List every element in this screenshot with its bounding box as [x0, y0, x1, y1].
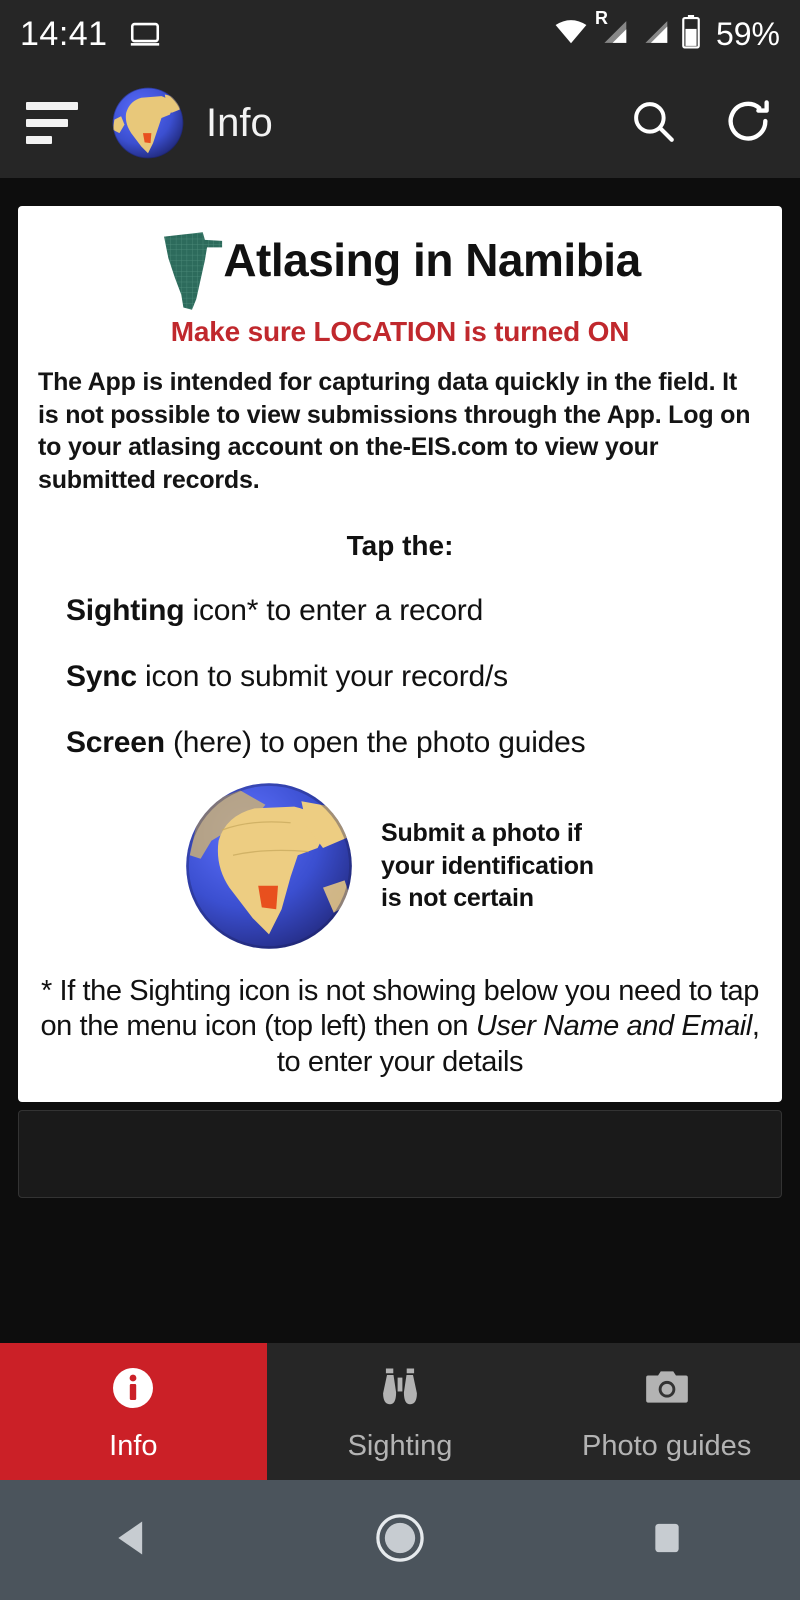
tab-info[interactable]: Info	[0, 1343, 267, 1480]
wifi-icon	[554, 18, 588, 51]
menu-icon[interactable]	[26, 101, 80, 145]
secondary-panel[interactable]	[18, 1110, 782, 1199]
android-navigation-bar	[0, 1480, 800, 1600]
instruction-sync-rest: icon to submit your record/s	[136, 660, 508, 693]
tab-photo-guides-label: Photo guides	[582, 1430, 752, 1462]
tap-heading: Tap the:	[346, 530, 454, 561]
bottom-navigation: Info Sighting Photo guides	[0, 1343, 800, 1480]
tab-sighting-label: Sighting	[347, 1430, 453, 1462]
triangle-left-icon	[111, 1516, 155, 1565]
recents-button[interactable]	[607, 1480, 727, 1600]
tab-photo-guides[interactable]: Photo guides	[533, 1343, 800, 1480]
page-title: Info	[206, 100, 273, 145]
instruction-sync: Sync icon to submit your record/s	[38, 660, 762, 694]
footnote-italic: User Name and Email	[475, 1010, 752, 1043]
status-bar: 14:41 R 59%	[0, 0, 800, 68]
binoculars-icon	[374, 1360, 426, 1416]
roaming-label: R	[594, 7, 608, 28]
battery-icon	[681, 14, 701, 54]
instruction-screen-rest: (here) to open the photo guides	[164, 726, 586, 759]
instruction-screen: Screen (here) to open the photo guides	[38, 726, 762, 760]
back-button[interactable]	[73, 1480, 193, 1600]
phone-screen: 14:41 R 59% Info Atlasing in Namibia Mak…	[0, 0, 800, 1600]
card-header: Atlasing in Namibia	[38, 224, 762, 314]
search-icon[interactable]	[628, 96, 678, 151]
instruction-sync-bold: Sync	[66, 660, 137, 693]
globe-section: Submit a photo if your identification is…	[38, 776, 762, 956]
location-warning: Make sure LOCATION is turned ON	[170, 316, 630, 347]
namibia-map-icon	[164, 232, 223, 310]
battery-percent: 59%	[715, 15, 780, 52]
square-icon	[647, 1518, 687, 1563]
instruction-sighting-rest: icon* to enter a record	[184, 594, 484, 627]
card-title: Atlasing in Namibia	[223, 234, 641, 286]
globe-illustration-icon	[186, 783, 352, 949]
camera-icon	[642, 1360, 692, 1416]
card-footnote: * If the Sighting icon is not showing be…	[38, 974, 762, 1080]
tab-sighting[interactable]: Sighting	[266, 1343, 534, 1480]
globe-icon	[112, 87, 184, 159]
status-bar-indicators: R 59%	[554, 8, 780, 54]
info-card[interactable]: Atlasing in Namibia Make sure LOCATION i…	[18, 206, 782, 1103]
app-bar: Info	[0, 68, 800, 178]
instruction-sighting-bold: Sighting	[66, 594, 185, 627]
instruction-sighting: Sighting icon* to enter a record	[38, 594, 762, 628]
refresh-icon[interactable]	[722, 95, 774, 152]
home-button[interactable]	[340, 1480, 460, 1600]
signal-icon	[640, 18, 670, 51]
card-paragraph: The App is intended for capturing data q…	[38, 368, 751, 494]
info-circle-icon	[109, 1360, 157, 1416]
signal-roaming-icon: R	[595, 8, 629, 51]
globe-note: Submit a photo if your identification is…	[381, 819, 594, 913]
status-bar-time: 14:41	[20, 14, 108, 53]
cast-icon	[128, 17, 162, 51]
content-area: Atlasing in Namibia Make sure LOCATION i…	[0, 178, 800, 1343]
circle-icon	[374, 1512, 426, 1569]
app-bar-actions	[628, 95, 774, 152]
instruction-screen-bold: Screen	[66, 726, 165, 759]
tab-info-label: Info	[109, 1430, 158, 1462]
